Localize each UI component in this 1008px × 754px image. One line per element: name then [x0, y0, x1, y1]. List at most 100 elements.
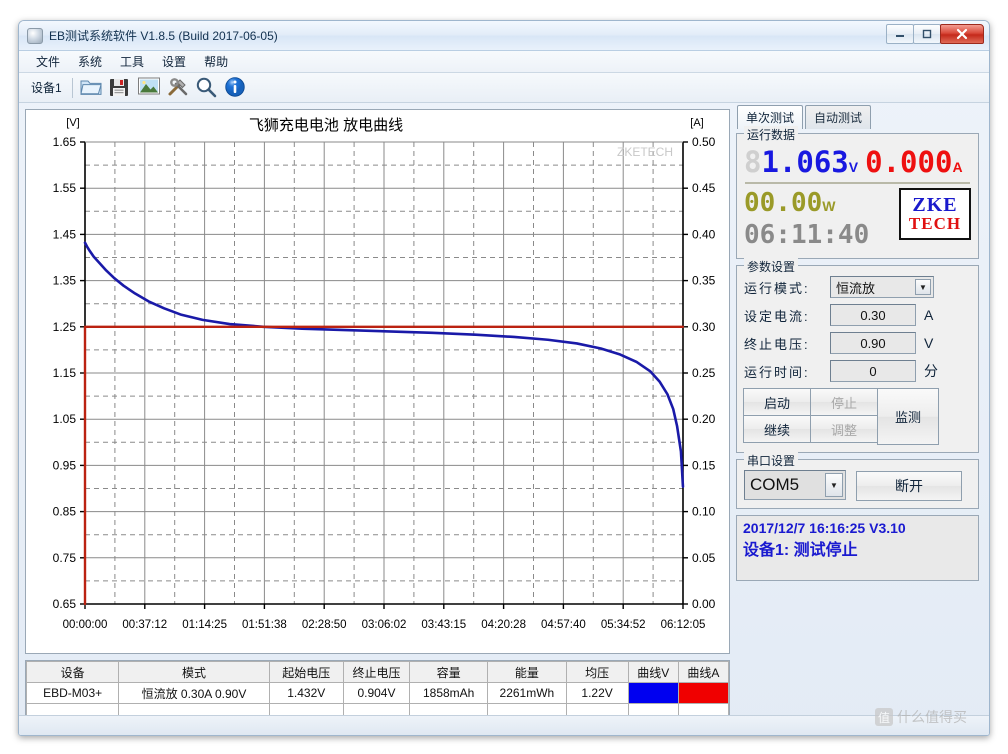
table-header-row: 设备 模式 起始电压 终止电压 容量 能量 均压 曲线V 曲线A: [26, 661, 729, 683]
toolbar-device-tab[interactable]: 设备1: [25, 76, 68, 99]
set-current-input[interactable]: 0.30: [830, 304, 916, 326]
chevron-down-icon[interactable]: ▼: [915, 279, 931, 295]
runtime-label: 运行时间:: [744, 364, 810, 380]
info-icon[interactable]: [224, 76, 250, 100]
cell-avg-voltage: 1.22V: [565, 682, 629, 704]
cell-capacity: 1858mAh: [409, 682, 489, 704]
voltage-current-row: 8 1.063 V 0.000 A: [744, 145, 971, 179]
menu-item-tools[interactable]: 工具: [111, 51, 153, 72]
svg-text:0.95: 0.95: [53, 458, 77, 472]
svg-text:0.30: 0.30: [692, 320, 716, 334]
stop-button[interactable]: 停止: [810, 388, 878, 416]
run-data-legend: 运行数据: [744, 126, 799, 143]
svg-text:01:51:38: 01:51:38: [242, 619, 287, 631]
image-icon[interactable]: [137, 76, 163, 100]
mode-select[interactable]: 恒流放 ▼: [830, 276, 934, 298]
svg-text:04:57:40: 04:57:40: [541, 619, 586, 631]
col-avg-voltage: 均压: [565, 661, 629, 683]
action-buttons-right: 监测: [877, 388, 939, 445]
col-energy: 能量: [487, 661, 567, 683]
status-log[interactable]: 2017/12/7 16:16:25 V3.10 设备1: 测试停止: [736, 515, 979, 581]
chevron-down-icon[interactable]: ▼: [825, 473, 843, 497]
close-button[interactable]: [940, 24, 984, 44]
power-time-row: 00.00 W 06:11:40 ZKE TECH: [744, 188, 971, 250]
chart-svg: 飞狮充电电池 放电曲线 [V] [A] 1.65 0.50 1.55 0.45 1.45 0.4…: [53, 117, 716, 631]
svg-text:06:12:05: 06:12:05: [661, 619, 706, 631]
action-buttons: 启动 继续 停止 调整 监测: [743, 388, 971, 445]
cutoff-voltage-input[interactable]: 0.90: [830, 332, 916, 354]
app-logo-icon: [27, 27, 43, 44]
discharge-chart[interactable]: 飞狮充电电池 放电曲线 [V] [A] 1.65 0.50 1.55 0.45 1.45 0.4…: [25, 109, 730, 654]
title-bar: EB测试系统软件 V1.8.5 (Build 2017-06-05): [19, 21, 989, 51]
main-body: 飞狮充电电池 放电曲线 [V] [A] 1.65 0.50 1.55 0.45 1.45 0.4…: [19, 103, 989, 735]
magnifier-icon[interactable]: [195, 76, 221, 100]
set-current-unit: A: [924, 307, 934, 323]
svg-text:0.25: 0.25: [692, 366, 716, 380]
start-button[interactable]: 启动: [743, 388, 811, 416]
cell-device: EBD-M03+: [26, 682, 120, 704]
power-unit: W: [822, 198, 836, 214]
cell-curve-v-swatch[interactable]: [627, 682, 679, 704]
zketech-logo-top: ZKE: [912, 193, 958, 216]
maximize-button[interactable]: [913, 24, 941, 44]
menu-item-settings[interactable]: 设置: [153, 51, 195, 72]
svg-text:04:20:28: 04:20:28: [481, 619, 526, 631]
svg-text:01:14:25: 01:14:25: [182, 619, 227, 631]
run-data-group: 运行数据 8 1.063 V 0.000 A 00.00 W 06:11:40 …: [736, 126, 979, 259]
cell-mode: 恒流放 0.30A 0.90V: [118, 682, 270, 704]
svg-text:0.35: 0.35: [692, 274, 716, 288]
voltage-unit: V: [848, 159, 859, 175]
col-mode: 模式: [118, 661, 270, 683]
serial-legend: 串口设置: [744, 452, 799, 469]
svg-text:00:37:12: 00:37:12: [122, 619, 167, 631]
serial-row: COM5 ▼ 断开: [744, 470, 971, 501]
svg-text:0.75: 0.75: [53, 551, 77, 565]
adjust-button[interactable]: 调整: [810, 415, 878, 443]
menu-item-file[interactable]: 文件: [27, 51, 69, 72]
col-start-voltage: 起始电压: [268, 661, 344, 683]
current-value: 0.000: [865, 145, 953, 179]
minimize-button[interactable]: [886, 24, 914, 44]
save-floppy-icon[interactable]: [108, 76, 134, 100]
action-buttons-mid: 停止 调整: [810, 388, 878, 444]
set-current-row: 设定电流: 0.30 A: [744, 304, 971, 326]
col-device: 设备: [26, 661, 120, 683]
site-watermark: 值 什么值得买: [875, 707, 967, 727]
cutoff-voltage-unit: V: [924, 335, 934, 351]
svg-text:03:06:02: 03:06:02: [362, 619, 407, 631]
chart-pane: 飞狮充电电池 放电曲线 [V] [A] 1.65 0.50 1.55 0.45 1.45 0.4…: [19, 103, 734, 735]
zketech-logo-bottom: TECH: [908, 213, 962, 233]
status-message: 设备1: 测试停止: [743, 542, 858, 559]
elapsed-time-value: 06:11:40: [744, 220, 870, 250]
action-buttons-left: 启动 继续: [743, 388, 811, 444]
col-curve-a: 曲线A: [677, 661, 729, 683]
com-port-select[interactable]: COM5 ▼: [744, 470, 846, 500]
window-controls: [886, 24, 984, 44]
svg-text:0.85: 0.85: [53, 505, 77, 519]
col-end-voltage: 终止电压: [342, 661, 411, 683]
menu-item-system[interactable]: 系统: [69, 51, 111, 72]
tools-icon[interactable]: [166, 76, 192, 100]
continue-button[interactable]: 继续: [743, 415, 811, 443]
svg-text:00:00:00: 00:00:00: [63, 619, 108, 631]
col-capacity: 容量: [409, 661, 489, 683]
menu-bar: 文件 系统 工具 设置 帮助: [19, 51, 989, 73]
svg-text:ZKETECH: ZKETECH: [617, 145, 673, 159]
table-row[interactable]: EBD-M03+ 恒流放 0.30A 0.90V 1.432V 0.904V 1…: [26, 682, 729, 704]
svg-text:飞狮充电电池 放电曲线: 飞狮充电电池 放电曲线: [249, 117, 403, 134]
watermark-text: 什么值得买: [897, 709, 967, 725]
serial-group: 串口设置 COM5 ▼ 断开: [736, 452, 979, 509]
menu-item-help[interactable]: 帮助: [195, 51, 237, 72]
open-folder-icon[interactable]: [79, 76, 105, 100]
monitor-button[interactable]: 监测: [877, 388, 939, 445]
svg-text:0.65: 0.65: [53, 597, 77, 611]
tab-auto-test[interactable]: 自动测试: [805, 105, 872, 129]
disconnect-button[interactable]: 断开: [856, 470, 962, 501]
application-window: EB测试系统软件 V1.8.5 (Build 2017-06-05) 文件 系统…: [18, 20, 990, 736]
runtime-input[interactable]: 0: [830, 360, 916, 382]
cell-curve-a-swatch[interactable]: [677, 682, 729, 704]
mode-value: 恒流放: [836, 280, 876, 296]
svg-text:0.15: 0.15: [692, 458, 716, 472]
cutoff-voltage-label: 终止电压:: [744, 336, 810, 352]
status-bar: [19, 715, 989, 735]
